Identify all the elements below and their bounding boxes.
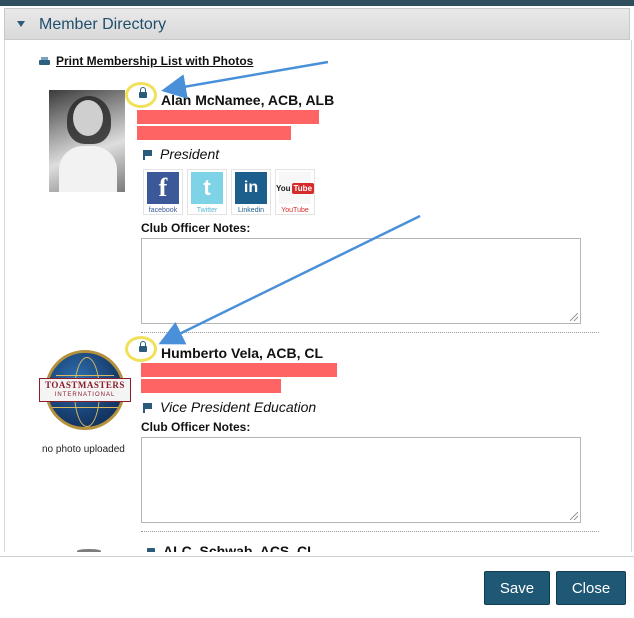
close-button[interactable]: Close <box>556 571 626 605</box>
arrow-to-first-lock <box>161 60 329 99</box>
arrow-to-second-lock <box>158 214 421 345</box>
footer-divider <box>0 556 634 557</box>
save-button[interactable]: Save <box>484 571 550 605</box>
annotation-arrows <box>158 60 421 345</box>
